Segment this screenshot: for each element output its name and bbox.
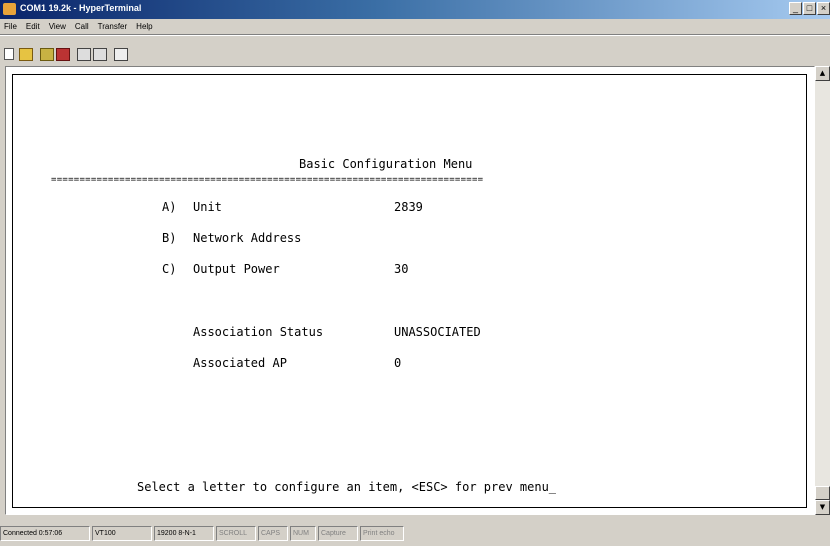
menu-bar: File Edit View Call Transfer Help (0, 20, 153, 33)
hang-up-icon[interactable] (56, 48, 70, 61)
item-label-output-power: Output Power (193, 262, 280, 276)
vertical-scrollbar[interactable]: ▲ ▼ (815, 66, 830, 515)
terminal-window[interactable]: Basic Configuration Menu ===============… (5, 66, 815, 515)
status-num: NUM (290, 526, 316, 541)
association-status-value: UNASSOCIATED (394, 325, 481, 339)
toolbar (0, 34, 830, 64)
menu-transfer[interactable]: Transfer (98, 20, 128, 33)
associated-ap-label: Associated AP (193, 356, 287, 370)
properties-icon[interactable] (114, 48, 128, 61)
item-label-unit: Unit (193, 200, 222, 214)
item-key-c: C) (162, 262, 177, 276)
title-bar: COM1 19.2k - HyperTerminal _ □ × (0, 0, 830, 19)
status-bar: Connected 0:57:06 VT100 19200 8-N-1 SCRO… (0, 524, 830, 546)
item-key-a: A) (162, 200, 177, 214)
open-icon[interactable] (19, 48, 33, 61)
menu-view[interactable]: View (49, 20, 66, 33)
menu-call[interactable]: Call (75, 20, 89, 33)
new-icon[interactable] (4, 48, 14, 60)
call-icon[interactable] (40, 48, 54, 61)
status-scroll: SCROLL (216, 526, 256, 541)
maximize-button[interactable]: □ (803, 2, 816, 15)
status-emulation: VT100 (92, 526, 152, 541)
item-value-unit: 2839 (394, 200, 423, 214)
item-label-network-address: Network Address (193, 231, 302, 245)
receive-icon[interactable] (93, 48, 107, 61)
window-title: COM1 19.2k - HyperTerminal (20, 3, 142, 13)
menu-heading: Basic Configuration Menu (299, 157, 473, 171)
status-capture: Capture (318, 526, 358, 541)
status-settings: 19200 8-N-1 (154, 526, 214, 541)
status-caps: CAPS (258, 526, 288, 541)
close-button[interactable]: × (817, 2, 830, 15)
terminal-screen[interactable]: Basic Configuration Menu ===============… (12, 74, 807, 508)
menu-help[interactable]: Help (136, 20, 152, 33)
prompt-line: Select a letter to configure an item, <E… (137, 480, 557, 494)
scroll-thumb[interactable] (815, 486, 830, 500)
send-icon[interactable] (77, 48, 91, 61)
item-key-b: B) (162, 231, 177, 245)
association-status-label: Association Status (193, 325, 324, 339)
minimize-button[interactable]: _ (789, 2, 802, 15)
item-value-output-power: 30 (394, 262, 409, 276)
status-print-echo: Print echo (360, 526, 404, 541)
heading-rule: ========================================… (51, 175, 484, 185)
hyperterminal-icon (3, 3, 16, 15)
associated-ap-value: 0 (394, 356, 402, 370)
menu-file[interactable]: File (4, 20, 17, 33)
scroll-up-icon[interactable]: ▲ (815, 66, 830, 81)
menu-edit[interactable]: Edit (26, 20, 40, 33)
status-connected: Connected 0:57:06 (0, 526, 90, 541)
scroll-down-icon[interactable]: ▼ (815, 500, 830, 515)
toolbar-divider (0, 34, 830, 36)
